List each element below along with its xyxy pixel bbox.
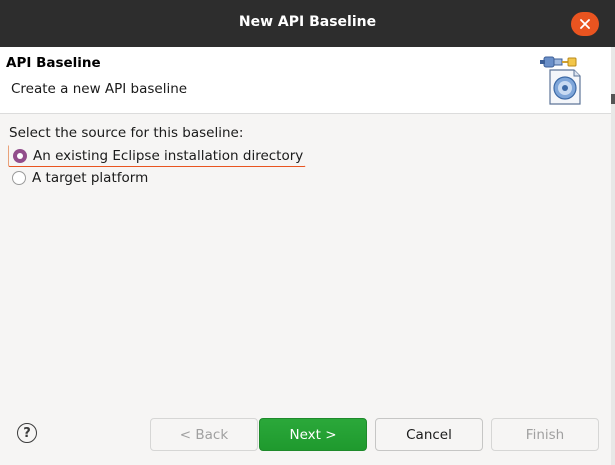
radio-target-platform[interactable]: A target platform (8, 168, 148, 188)
source-section-label: Select the source for this baseline: (9, 125, 244, 141)
radio-existing-installation[interactable]: An existing Eclipse installation directo… (8, 145, 307, 167)
window-edge (611, 47, 615, 465)
wizard-header: API Baseline Create a new API baseline (0, 47, 611, 114)
page-description: Create a new API baseline (11, 81, 188, 97)
radio-button-checked[interactable] (13, 149, 27, 163)
help-icon[interactable]: ? (17, 423, 37, 443)
finish-button[interactable]: Finish (491, 418, 599, 451)
radio-target-platform-label: A target platform (32, 170, 149, 186)
wizard-content: Select the source for this baseline: An … (0, 114, 611, 394)
resize-grip (611, 94, 615, 104)
api-baseline-wizard-icon (540, 56, 581, 105)
close-icon (580, 19, 590, 29)
next-button[interactable]: Next > (259, 418, 367, 451)
radio-existing-installation-label: An existing Eclipse installation directo… (33, 148, 304, 164)
title-bar: New API Baseline (0, 0, 615, 47)
window-title: New API Baseline (238, 14, 377, 30)
radio-button-unchecked[interactable] (12, 171, 26, 185)
button-bar: ? < Back Next > Cancel Finish (0, 400, 611, 465)
close-button[interactable] (571, 12, 599, 36)
help-glyph: ? (23, 425, 31, 441)
page-title: API Baseline (6, 55, 101, 71)
cancel-button[interactable]: Cancel (375, 418, 483, 451)
back-button[interactable]: < Back (150, 418, 258, 451)
